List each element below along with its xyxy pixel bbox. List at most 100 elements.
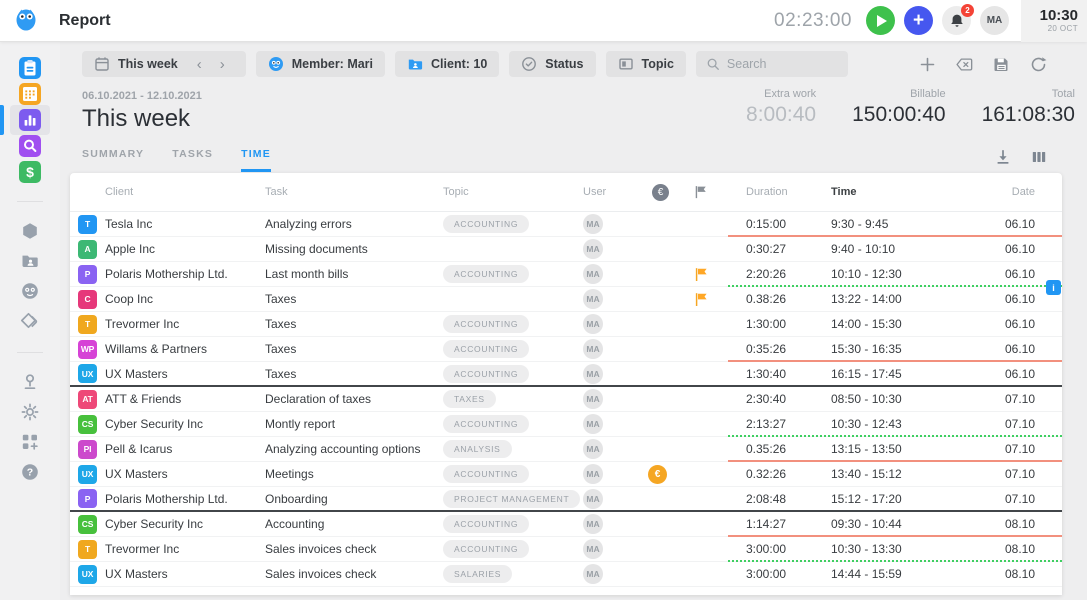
duration-value: 2:08:48 <box>746 492 831 506</box>
grid-plus-icon <box>20 432 40 452</box>
sidebar-item-tags[interactable] <box>0 306 60 336</box>
date-value: 07.10 <box>966 492 1062 506</box>
bar-chart-icon <box>19 109 41 131</box>
client-badge: A <box>78 240 97 259</box>
time-range-value: 10:30 - 12:43 <box>831 417 966 431</box>
status-filter-chip[interactable]: Status <box>509 51 595 77</box>
main-content: This week ‹ › Member: Mari Client: 10 St… <box>60 42 1087 600</box>
time-entry-row[interactable]: C Coop Inc Taxes MA € 0.38:26 13:22 - 14… <box>70 287 1062 312</box>
sidebar-item-settings[interactable] <box>0 397 60 427</box>
help-icon: ? <box>20 462 40 482</box>
task-name: Taxes <box>265 367 443 381</box>
sidebar-item-clients[interactable] <box>0 246 60 276</box>
start-timer-button[interactable] <box>866 6 895 35</box>
time-entry-row[interactable]: PI Pell & Icarus Analyzing accounting op… <box>70 437 1062 462</box>
time-range-value: 13:40 - 15:12 <box>831 467 966 481</box>
plus-icon <box>919 56 936 73</box>
time-entry-row[interactable]: A Apple Inc Missing documents MA € 0:30:… <box>70 237 1062 262</box>
previous-period-button[interactable]: ‹ <box>188 57 211 72</box>
doc-search-icon <box>19 135 41 157</box>
client-name: Willams & Partners <box>105 342 265 356</box>
duration-value: 0.35:26 <box>746 442 831 456</box>
duration-value: 0:15:00 <box>746 217 831 231</box>
tab-time[interactable]: TIME <box>241 148 271 172</box>
date-value: 06.10 <box>966 267 1062 281</box>
sidebar-item-apps[interactable] <box>0 427 60 457</box>
task-name: Missing documents <box>265 242 443 256</box>
duration-value: 1:30:40 <box>746 367 831 381</box>
time-entry-row[interactable]: UX UX Masters Taxes ACCOUNTING MA € 1:30… <box>70 362 1062 387</box>
date-value: 06.10 <box>966 367 1062 381</box>
notifications-button[interactable]: 2 <box>942 6 971 35</box>
period-filter-chip[interactable]: This week ‹ › <box>82 51 246 77</box>
sidebar-item-review[interactable] <box>0 133 60 159</box>
timer-display: 02:23:00 <box>774 10 852 32</box>
clear-filters-button[interactable] <box>956 56 973 73</box>
header-time[interactable]: Time <box>831 186 966 198</box>
time-entry-row[interactable]: AT ATT & Friends Declaration of taxes TA… <box>70 387 1062 412</box>
time-entry-row[interactable]: T Tesla Inc Analyzing errors ACCOUNTING … <box>70 212 1062 237</box>
time-entry-row[interactable]: P Polaris Mothership Ltd. Onboarding PRO… <box>70 487 1062 512</box>
time-entry-row[interactable]: CS Cyber Security Inc Montly report ACCO… <box>70 412 1062 437</box>
save-report-button[interactable] <box>993 56 1010 73</box>
user-chip: MA <box>583 314 603 334</box>
report-summary: 06.10.2021 - 12.10.2021 This week Extra … <box>60 86 1087 133</box>
client-name: Apple Inc <box>105 242 265 256</box>
time-entry-row[interactable]: T Trevormer Inc Sales invoices check ACC… <box>70 537 1062 562</box>
client-name: Trevormer Inc <box>105 542 265 556</box>
tab-tasks[interactable]: TASKS <box>172 148 213 172</box>
tab-summary[interactable]: SUMMARY <box>82 148 144 172</box>
folder-user-icon <box>20 251 40 271</box>
user-chip: MA <box>583 564 603 584</box>
topic-chip: ACCOUNTING <box>443 215 529 233</box>
time-entry-row[interactable]: P Polaris Mothership Ltd. Last month bil… <box>70 262 1062 287</box>
user-chip: MA <box>583 239 603 259</box>
client-filter-chip[interactable]: Client: 10 <box>395 51 499 77</box>
table-body: T Tesla Inc Analyzing errors ACCOUNTING … <box>70 212 1062 587</box>
topic-chip: ACCOUNTING <box>443 315 529 333</box>
columns-button[interactable] <box>1031 149 1047 165</box>
stat-billable: Billable 150:00:40 <box>852 88 945 127</box>
euro-column-icon: € <box>652 184 669 201</box>
topic-chip: ACCOUNTING <box>443 365 529 383</box>
duration-value: 0:30:27 <box>746 242 831 256</box>
date-value: 08.10 <box>966 517 1062 531</box>
sidebar-item-integrations[interactable] <box>0 216 60 246</box>
refresh-button[interactable] <box>1030 56 1047 73</box>
svg-text:?: ? <box>27 467 33 479</box>
search-input[interactable] <box>727 57 838 71</box>
time-entry-row[interactable]: WP Willams & Partners Taxes ACCOUNTING M… <box>70 337 1062 362</box>
sidebar-item-schedule[interactable] <box>0 81 60 107</box>
time-entries-card: Client Task Topic User € Duration Time D… <box>70 173 1062 595</box>
time-entry-row[interactable]: UX UX Masters Meetings ACCOUNTING MA € 0… <box>70 462 1062 487</box>
member-filter-label: Member: Mari <box>292 57 373 71</box>
next-period-button[interactable]: › <box>211 57 234 72</box>
add-filter-button[interactable] <box>919 56 936 73</box>
user-chip: MA <box>583 264 603 284</box>
topic-chip: ACCOUNTING <box>443 340 529 358</box>
date-value: 06.10 <box>966 242 1062 256</box>
member-filter-chip[interactable]: Member: Mari <box>256 51 385 77</box>
export-button[interactable] <box>995 149 1011 165</box>
client-badge: P <box>78 265 97 284</box>
time-entry-row[interactable]: UX UX Masters Sales invoices check SALAR… <box>70 562 1062 587</box>
svg-text:$: $ <box>26 164 34 180</box>
client-badge: WP <box>78 340 97 359</box>
sidebar-item-reports[interactable] <box>0 55 60 81</box>
info-badge[interactable]: i <box>1046 280 1061 295</box>
topic-chip: ACCOUNTING <box>443 465 529 483</box>
time-entry-row[interactable]: T Trevormer Inc Taxes ACCOUNTING MA € 1:… <box>70 312 1062 337</box>
time-entry-row[interactable]: CS Cyber Security Inc Accounting ACCOUNT… <box>70 512 1062 537</box>
sidebar-item-analytics[interactable] <box>0 107 60 133</box>
flag-icon <box>694 267 746 282</box>
client-name: Trevormer Inc <box>105 317 265 331</box>
sidebar-item-members[interactable] <box>0 276 60 306</box>
add-entry-button[interactable]: + <box>904 6 933 35</box>
topic-filter-chip[interactable]: Topic <box>606 51 686 77</box>
sidebar-item-tracking[interactable] <box>0 367 60 397</box>
sidebar-item-help[interactable]: ? <box>0 457 60 487</box>
sidebar-item-billing[interactable]: $ <box>0 159 60 185</box>
plus-icon: + <box>913 11 924 30</box>
date-value: 07.10 <box>966 442 1062 456</box>
user-avatar[interactable]: MA <box>980 6 1009 35</box>
